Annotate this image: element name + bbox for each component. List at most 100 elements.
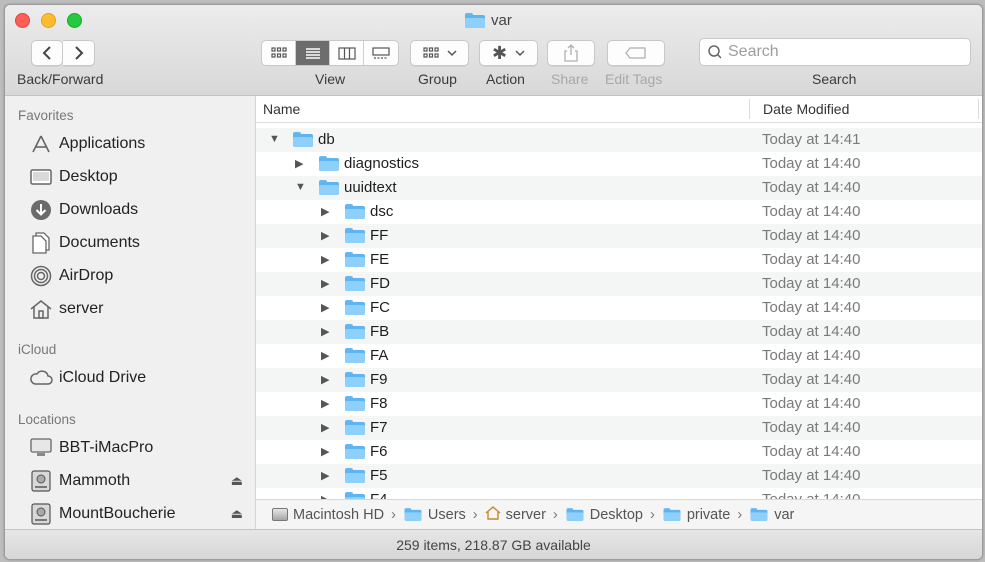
- applications-icon: [29, 132, 53, 156]
- disclosure-triangle-collapsed-icon[interactable]: ▶: [321, 421, 329, 434]
- sidebar-item-applications[interactable]: Applications: [29, 131, 251, 157]
- share-button[interactable]: [547, 40, 595, 66]
- sidebar-item-label: Desktop: [59, 168, 118, 185]
- disclosure-triangle-collapsed-icon[interactable]: ▶: [321, 229, 329, 242]
- folder-icon: [345, 252, 365, 267]
- file-name: FB: [370, 323, 390, 340]
- search-input[interactable]: [728, 43, 948, 61]
- edit-tags-label: Edit Tags: [605, 71, 663, 87]
- table-row[interactable]: ▶ FF Today at 14:40: [256, 224, 982, 248]
- group-button[interactable]: [410, 40, 469, 66]
- disclosure-triangle-collapsed-icon[interactable]: ▶: [321, 469, 329, 482]
- eject-icon[interactable]: ⏏: [231, 506, 243, 522]
- sidebar-item-label: iCloud Drive: [59, 369, 147, 386]
- sidebar-item-server[interactable]: server: [29, 296, 251, 322]
- file-date-modified: Today at 14:40: [762, 347, 861, 364]
- table-row[interactable]: ▶ F8 Today at 14:40: [256, 392, 982, 416]
- table-row[interactable]: ▶ F9 Today at 14:40: [256, 368, 982, 392]
- file-name: F5: [370, 467, 388, 484]
- documents-icon: [29, 231, 53, 255]
- disclosure-triangle-collapsed-icon[interactable]: ▶: [321, 373, 329, 386]
- table-row[interactable]: ▶ FE Today at 14:40: [256, 248, 982, 272]
- file-name: FF: [370, 227, 389, 244]
- column-view-button[interactable]: [330, 41, 364, 65]
- folder-icon: [293, 132, 313, 147]
- folder-icon: [345, 396, 365, 411]
- search-field[interactable]: [699, 38, 971, 66]
- table-row[interactable]: ▶ diagnostics Today at 14:40: [256, 152, 982, 176]
- search-label: Search: [812, 71, 857, 87]
- forward-button[interactable]: [63, 40, 95, 66]
- sidebar-item-mammoth[interactable]: Mammoth ⏏: [29, 468, 251, 494]
- sidebar-item-downloads[interactable]: Downloads: [29, 197, 251, 223]
- table-row[interactable]: ▼ uuidtext Today at 14:40: [256, 176, 982, 200]
- downloads-icon: [29, 198, 53, 222]
- column-header-date-modified[interactable]: Date Modified: [763, 101, 849, 117]
- path-item[interactable]: Desktop: [565, 507, 643, 523]
- path-separator-icon: ›: [391, 506, 396, 523]
- chevron-right-icon: [74, 46, 83, 60]
- action-button[interactable]: ✱: [479, 40, 538, 66]
- icon-view-button[interactable]: [262, 41, 296, 65]
- folder-icon: [750, 508, 768, 521]
- sidebar-header-favorites: Favorites: [18, 108, 74, 123]
- table-row[interactable]: ▶ F7 Today at 14:40: [256, 416, 982, 440]
- table-row[interactable]: ▶ FA Today at 14:40: [256, 344, 982, 368]
- table-row[interactable]: ▶ FC Today at 14:40: [256, 296, 982, 320]
- disclosure-triangle-collapsed-icon[interactable]: ▶: [321, 397, 329, 410]
- table-row[interactable]: ▶ dsc Today at 14:40: [256, 200, 982, 224]
- sidebar: Favorites Applications Desktop Downloads…: [5, 96, 256, 529]
- file-date-modified: Today at 14:40: [762, 179, 861, 196]
- disclosure-triangle-collapsed-icon[interactable]: ▶: [295, 157, 303, 170]
- sidebar-item-desktop[interactable]: Desktop: [29, 164, 251, 190]
- airdrop-icon: [29, 264, 53, 288]
- path-item[interactable]: var: [749, 507, 794, 523]
- disclosure-triangle-collapsed-icon[interactable]: ▶: [321, 325, 329, 338]
- zoom-window-button[interactable]: [67, 13, 82, 28]
- table-row[interactable]: ▶ F5 Today at 14:40: [256, 464, 982, 488]
- path-item-label: Desktop: [589, 506, 643, 523]
- sidebar-item-airdrop[interactable]: AirDrop: [29, 263, 251, 289]
- disclosure-triangle-expanded-icon[interactable]: ▼: [269, 133, 280, 145]
- minimize-window-button[interactable]: [41, 13, 56, 28]
- disclosure-triangle-collapsed-icon[interactable]: ▶: [321, 253, 329, 266]
- list-view-button[interactable]: [296, 41, 330, 65]
- sidebar-item-bbt-imacpro[interactable]: BBT-iMacPro: [29, 435, 251, 461]
- sidebar-item-label: Downloads: [59, 201, 139, 218]
- sidebar-item-mountboucherie[interactable]: MountBoucherie ⏏: [29, 501, 251, 527]
- table-row[interactable]: ▶ F6 Today at 14:40: [256, 440, 982, 464]
- computer-icon: [29, 436, 53, 460]
- gallery-view-button[interactable]: [364, 41, 398, 65]
- disclosure-triangle-expanded-icon[interactable]: ▼: [295, 181, 306, 193]
- close-window-button[interactable]: [15, 13, 30, 28]
- disclosure-triangle-collapsed-icon[interactable]: ▶: [321, 301, 329, 314]
- group-label: Group: [418, 71, 457, 87]
- path-item[interactable]: private: [662, 507, 730, 523]
- window-title-text: var: [491, 11, 512, 29]
- disclosure-triangle-collapsed-icon[interactable]: ▶: [321, 445, 329, 458]
- path-item[interactable]: server: [485, 505, 546, 524]
- disclosure-triangle-collapsed-icon[interactable]: ▶: [321, 349, 329, 362]
- disclosure-triangle-collapsed-icon[interactable]: ▶: [321, 277, 329, 290]
- path-item[interactable]: Users: [403, 507, 466, 523]
- table-row[interactable]: ▶ FD Today at 14:40: [256, 272, 982, 296]
- back-button[interactable]: [31, 40, 63, 66]
- folder-icon: [345, 276, 365, 291]
- sidebar-item-icloud-drive[interactable]: iCloud Drive: [29, 365, 251, 391]
- path-item-label: Users: [427, 506, 466, 523]
- sidebar-item-documents[interactable]: Documents: [29, 230, 251, 256]
- file-date-modified: Today at 14:40: [762, 155, 861, 172]
- path-item[interactable]: Macintosh HD: [272, 507, 384, 523]
- home-icon: [29, 297, 53, 321]
- path-separator-icon: ›: [472, 506, 478, 523]
- file-date-modified: Today at 14:40: [762, 443, 861, 460]
- column-header-name[interactable]: Name: [263, 101, 300, 117]
- table-row[interactable]: ▶F4Today at 14:40: [256, 488, 982, 499]
- eject-icon[interactable]: ⏏: [231, 473, 243, 489]
- edit-tags-button[interactable]: [607, 40, 665, 66]
- table-row[interactable]: ▶ FB Today at 14:40: [256, 320, 982, 344]
- table-row[interactable]: ▼ db Today at 14:41: [256, 128, 982, 152]
- folder-icon: [319, 180, 339, 195]
- disclosure-triangle-collapsed-icon[interactable]: ▶: [321, 205, 329, 218]
- group-grid-icon: [422, 47, 439, 58]
